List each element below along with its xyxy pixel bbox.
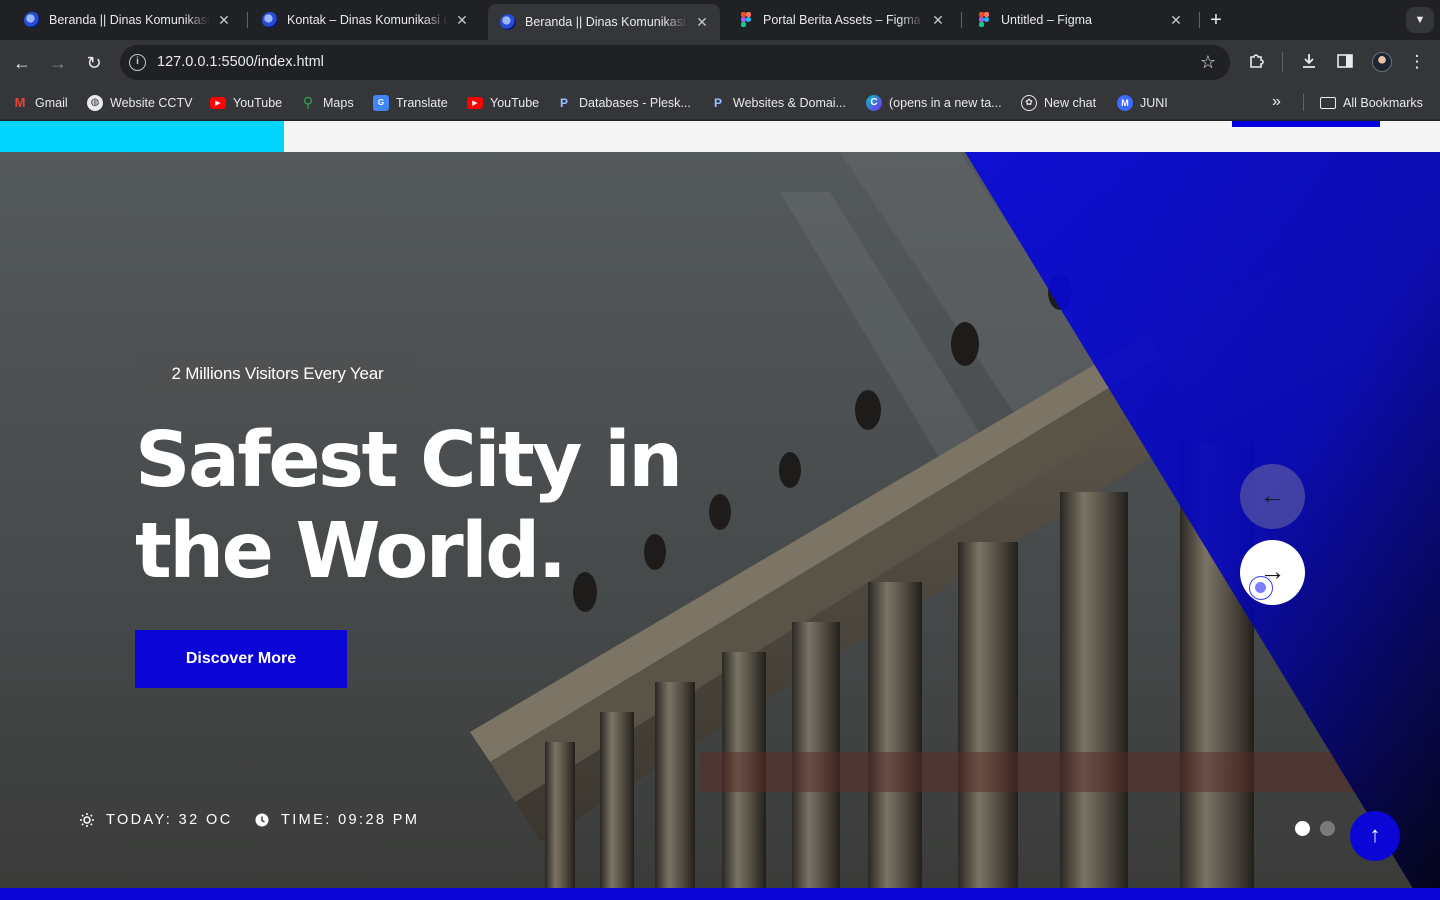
scroll-to-top-button[interactable]: ↑ (1350, 811, 1400, 861)
bookmark-label: Databases - Plesk... (579, 95, 691, 110)
chatgpt-icon: ✿ (1021, 94, 1037, 111)
bookmark-juni[interactable]: M JUNI (1117, 85, 1168, 120)
hero-headline: Safest City in the World. (135, 415, 755, 597)
all-bookmarks-folder[interactable]: All Bookmarks (1320, 85, 1423, 120)
sun-icon (80, 813, 94, 827)
plesk-icon: P (713, 95, 722, 110)
bookmark-canva[interactable]: C (opens in a new ta... (866, 85, 1002, 120)
bookmark-label: JUNI (1140, 95, 1168, 110)
weather-info: TODAY: 32 OC (80, 812, 233, 828)
bookmark-label: (opens in a new ta... (889, 95, 1002, 110)
bookmark-label: Gmail (35, 95, 68, 110)
discover-more-button[interactable]: Discover More (135, 630, 347, 688)
bookmark-label: YouTube (490, 95, 540, 110)
translate-icon: G (373, 94, 389, 111)
slider-dot-1[interactable] (1295, 821, 1310, 836)
bookmark-label: Translate (396, 95, 448, 110)
bookmarks-divider (1303, 94, 1304, 111)
browser-toolbar: ← → ↻ i 127.0.0.1:5500/index.html ☆ ⋮ (0, 40, 1440, 85)
menu-kebab-icon[interactable]: ⋮ (1406, 51, 1428, 73)
diskom-logo-icon (262, 12, 278, 28)
tab-title: Portal Berita Assets – Figma (763, 13, 921, 27)
time-text: TIME: 09:28 PM (281, 812, 420, 828)
gmail-icon: M (14, 95, 26, 110)
juni-icon: M (1117, 94, 1133, 111)
bookmark-label: YouTube (233, 95, 283, 110)
bookmark-maps[interactable]: ⚲ Maps (300, 85, 354, 120)
hero-slider: 2 Millions Visitors Every Year Safest Ci… (0, 152, 1440, 900)
browser-tab[interactable]: Kontak – Dinas Komunikasi dan ✕ (242, 6, 480, 34)
bookmark-plesk-websites[interactable]: P Websites & Domai... (710, 85, 846, 120)
url-text[interactable]: 127.0.0.1:5500/index.html (157, 45, 324, 80)
bookmark-new-chat[interactable]: ✿ New chat (1021, 85, 1096, 120)
address-bar[interactable]: i 127.0.0.1:5500/index.html ☆ (120, 45, 1230, 80)
figma-icon (976, 12, 992, 28)
bookmark-website-cctv[interactable]: ◍ Website CCTV (87, 85, 192, 120)
bookmark-label: Website CCTV (110, 95, 193, 110)
reload-icon[interactable]: ↻ (82, 51, 106, 75)
new-tab-icon[interactable]: + (1206, 10, 1226, 30)
time-info: TIME: 09:28 PM (255, 812, 419, 828)
bookmark-translate[interactable]: G Translate (373, 85, 448, 120)
side-panel-icon[interactable] (1334, 51, 1356, 73)
close-icon[interactable]: ✕ (216, 12, 232, 28)
figma-icon (738, 12, 754, 28)
bookmark-youtube-2[interactable]: ▶ YouTube (467, 85, 539, 120)
tab-title: Beranda || Dinas Komunikasi dan (525, 15, 688, 29)
bookmark-label: Maps (323, 95, 354, 110)
slider-prev-button[interactable]: ← (1240, 464, 1305, 529)
bookmark-youtube[interactable]: ▶ YouTube (210, 85, 282, 120)
browser-tab[interactable]: Untitled – Figma ✕ (956, 6, 1194, 34)
profile-avatar[interactable] (1372, 52, 1392, 72)
browser-tab[interactable]: Portal Berita Assets – Figma ✕ (718, 6, 956, 34)
tab-separator (1199, 12, 1200, 28)
browser-tab-strip: Beranda || Dinas Komunikasi dan ✕ Kontak… (0, 0, 1440, 40)
close-icon[interactable]: ✕ (1168, 12, 1184, 28)
close-icon[interactable]: ✕ (454, 12, 470, 28)
close-icon[interactable]: ✕ (930, 12, 946, 28)
toolbar-divider (1282, 52, 1283, 72)
weather-text: TODAY: 32 OC (106, 812, 233, 828)
canva-icon: C (866, 94, 882, 111)
header-button-edge (1232, 121, 1380, 127)
bookmark-label: Websites & Domai... (733, 95, 847, 110)
back-arrow-icon[interactable]: ← (10, 51, 34, 75)
bookmark-label: New chat (1044, 95, 1097, 110)
maps-icon: ⚲ (302, 94, 314, 110)
diskom-logo-icon (500, 14, 516, 30)
clock-icon (255, 813, 269, 827)
headline-line-1: Safest City in (135, 416, 683, 505)
slider-dot-2[interactable] (1320, 821, 1335, 836)
more-bookmarks-chevron-icon[interactable]: » (1272, 92, 1281, 112)
bookmark-gmail[interactable]: M Gmail (12, 85, 68, 120)
extensions-puzzle-icon[interactable] (1246, 51, 1268, 73)
tab-search-chevron-icon[interactable]: ▼ (1406, 7, 1434, 33)
header-accent-bar (0, 121, 284, 152)
diskom-logo-icon (24, 12, 40, 28)
section-divider-band (0, 888, 1440, 900)
youtube-icon: ▶ (467, 96, 483, 109)
slider-next-button[interactable]: → (1240, 540, 1305, 605)
headline-line-2: the World. (135, 507, 567, 596)
browser-tab[interactable]: Beranda || Dinas Komunikasi dan ✕ (4, 6, 242, 34)
bookmark-label: All Bookmarks (1343, 95, 1423, 110)
forward-arrow-icon[interactable]: → (46, 51, 70, 75)
page-viewport: 2 Millions Visitors Every Year Safest Ci… (0, 121, 1440, 900)
globe-icon: ◍ (87, 94, 103, 111)
tab-title: Beranda || Dinas Komunikasi dan (49, 13, 210, 27)
bookmark-star-icon[interactable]: ☆ (1200, 51, 1216, 73)
download-icon[interactable] (1298, 51, 1320, 73)
bookmark-plesk-databases[interactable]: P Databases - Plesk... (556, 85, 691, 120)
tab-title: Kontak – Dinas Komunikasi dan (287, 13, 448, 27)
folder-icon (1320, 96, 1336, 109)
close-icon[interactable]: ✕ (694, 14, 710, 30)
tab-title: Untitled – Figma (1001, 13, 1093, 27)
cursor-indicator-icon (1249, 576, 1273, 600)
browser-tab-active[interactable]: Beranda || Dinas Komunikasi dan ✕ (488, 4, 720, 40)
bookmarks-bar: M Gmail ◍ Website CCTV ▶ YouTube ⚲ Maps … (0, 85, 1440, 120)
site-info-icon[interactable]: i (129, 54, 146, 71)
plesk-icon: P (559, 95, 568, 110)
visitors-badge: 2 Millions Visitors Every Year (135, 352, 420, 396)
youtube-icon: ▶ (210, 96, 226, 109)
